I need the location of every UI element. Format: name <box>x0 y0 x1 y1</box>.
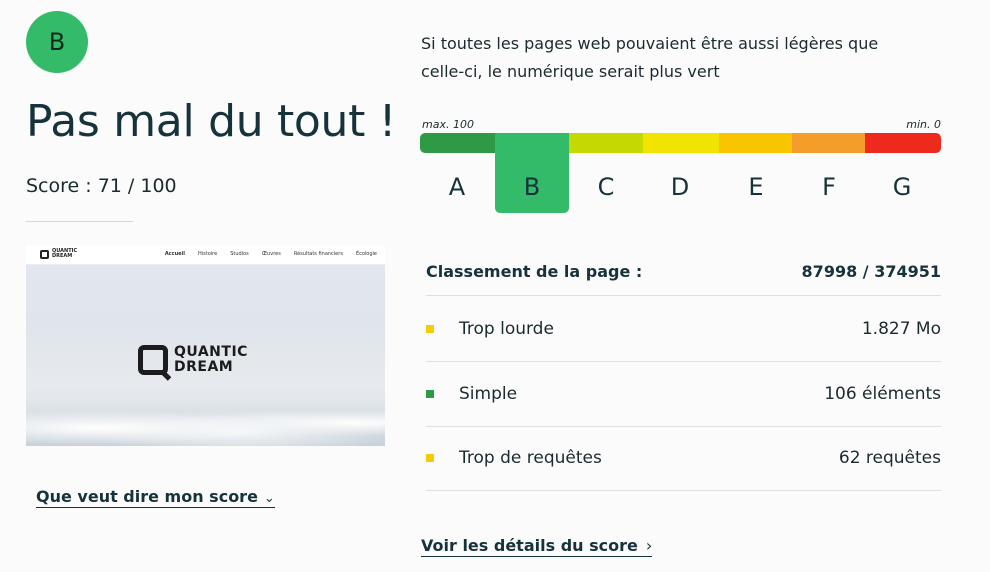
grade-letter-g: G <box>892 173 912 201</box>
thumbnail-menu-item: Studios <box>230 251 249 257</box>
score-meaning-link[interactable]: Que veut dire mon score ⌄ <box>36 487 275 508</box>
thumbnail-menu-item: Histoire <box>198 251 218 257</box>
status-dot-icon <box>426 325 434 333</box>
metric-row-complexity: Simple 106 éléments <box>426 362 941 427</box>
grade-badge-letter: B <box>48 28 66 56</box>
grade-letter-e: E <box>748 173 764 201</box>
score-meaning-label: Que veut dire mon score <box>36 487 258 506</box>
quantic-dream-mark-icon <box>138 345 168 375</box>
page-title: Pas mal du tout ! <box>26 96 397 147</box>
chevron-right-icon: › <box>645 536 653 555</box>
chevron-down-icon: ⌄ <box>263 491 275 506</box>
grade-letter-a: A <box>448 173 466 201</box>
score-details-label: Voir les détails du score <box>421 536 638 555</box>
grade-scale-letters: A B C D E F G <box>420 133 941 213</box>
hero-brand-line-1: QUANTIC <box>174 344 248 360</box>
grade-letter-b: B <box>523 173 541 201</box>
ranking-row: Classement de la page : 87998 / 374951 <box>426 248 941 296</box>
score-details-link[interactable]: Voir les détails du score › <box>421 536 653 557</box>
metric-label: Simple <box>459 384 518 404</box>
metric-value: 1.827 Mo <box>861 319 941 339</box>
thumbnail-menu-item: Résultats financiers <box>293 251 343 257</box>
grade-badge: B <box>26 11 88 73</box>
thumbnail-menu-item: Écologie <box>355 251 377 257</box>
grade-letter-f: F <box>822 173 836 201</box>
thumbnail-nav: QUANTIC DREAM Accueil Histoire Studios Œ… <box>26 245 385 265</box>
metric-label: Trop de requêtes <box>459 448 602 468</box>
thumbnail-menu: Accueil Histoire Studios Œuvres Résultat… <box>165 251 377 257</box>
score-text: Score : 71 / 100 <box>26 175 177 197</box>
status-dot-icon <box>426 390 434 398</box>
hero-brand-line-2: DREAM <box>174 359 234 375</box>
metric-label: Trop lourde <box>459 319 554 339</box>
intro-text: Si toutes les pages web pouvaient être a… <box>421 34 879 81</box>
grade-letter-d: D <box>670 173 690 201</box>
divider <box>26 221 133 222</box>
thumbnail-hero-logo: QUANTIC DREAM <box>138 345 248 375</box>
grade-letter-c: C <box>597 173 615 201</box>
page-screenshot-thumbnail: QUANTIC DREAM Accueil Histoire Studios Œ… <box>26 245 385 446</box>
metric-row-weight: Trop lourde 1.827 Mo <box>426 297 941 362</box>
ranking-label: Classement de la page : <box>426 262 643 281</box>
thumbnail-menu-item: Œuvres <box>261 251 281 257</box>
metric-row-requests: Trop de requêtes 62 requêtes <box>426 426 941 491</box>
quantic-dream-logo-icon <box>40 249 49 259</box>
status-dot-icon <box>426 454 434 462</box>
thumbnail-clouds <box>26 400 385 446</box>
thumbnail-brand-line-2: DREAM <box>52 253 73 259</box>
metric-value: 106 éléments <box>824 384 941 404</box>
metric-value: 62 requêtes <box>838 448 941 468</box>
scale-min-label: min. 0 <box>906 118 941 131</box>
thumbnail-menu-item: Accueil <box>164 251 185 257</box>
ranking-value: 87998 / 374951 <box>801 262 941 281</box>
thumbnail-logo-small: QUANTIC DREAM <box>40 249 77 259</box>
scale-max-label: max. 100 <box>422 118 474 131</box>
